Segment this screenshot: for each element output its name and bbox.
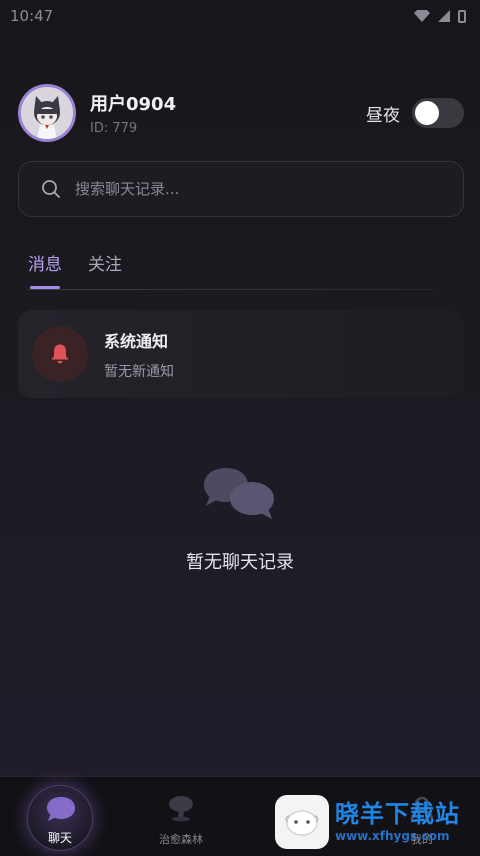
chat-bubbles-icon xyxy=(204,468,274,519)
tabbar-item-healing-forest[interactable]: 治愈森林 xyxy=(131,777,231,856)
day-night-switch-group: 昼夜 xyxy=(366,98,464,128)
notification-subtitle: 暂无新通知 xyxy=(104,363,174,380)
notification-icon-badge xyxy=(32,326,88,382)
notification-text: 系统通知 暂无新通知 xyxy=(104,328,174,381)
search-icon xyxy=(42,180,60,198)
tab-following[interactable]: 关注 xyxy=(88,250,122,289)
watermark-brand: 晓羊下载站 xyxy=(335,800,460,828)
watermark-text: 晓羊下载站 www.xfhygs.com xyxy=(335,800,460,844)
toggle-knob xyxy=(415,101,439,125)
user-info: 用户0904 ID: 779 xyxy=(90,90,176,136)
sheep-logo-icon xyxy=(285,810,319,836)
search-bar[interactable] xyxy=(18,161,464,217)
day-night-toggle[interactable] xyxy=(412,98,464,128)
watermark-url: www.xfhygs.com xyxy=(335,829,450,843)
username: 用户0904 xyxy=(90,94,177,115)
day-night-label: 昼夜 xyxy=(366,105,400,126)
chat-tab-bubble: 聊天 xyxy=(27,785,93,851)
profile-header[interactable]: 用户0904 ID: 779 xyxy=(18,84,176,142)
avatar[interactable] xyxy=(18,84,76,142)
bell-icon xyxy=(51,344,69,364)
avatar-cat-girl-icon xyxy=(21,87,73,139)
user-id: ID: 779 xyxy=(90,121,138,136)
tabs-divider xyxy=(28,289,434,290)
tab-messages[interactable]: 消息 xyxy=(28,250,62,289)
site-watermark: 晓羊下载站 www.xfhygs.com xyxy=(275,793,480,851)
tabbar-item-chat[interactable]: 聊天 xyxy=(10,777,110,856)
tree-icon xyxy=(169,796,193,822)
chat-icon xyxy=(47,797,75,821)
notification-title: 系统通知 xyxy=(104,331,169,351)
status-time: 10:47 xyxy=(10,7,54,25)
message-tabs: 消息 关注 xyxy=(28,250,122,289)
battery-icon xyxy=(458,9,466,23)
empty-chat-text: 暂无聊天记录 xyxy=(186,552,294,573)
status-icons xyxy=(414,9,466,23)
status-bar: 10:47 xyxy=(0,0,480,32)
tabbar-label-healing-forest: 治愈森林 xyxy=(159,833,203,846)
wifi-icon xyxy=(414,10,430,22)
tabbar-label-chat: 聊天 xyxy=(47,831,72,845)
search-input[interactable] xyxy=(75,180,435,198)
empty-chat-state: 暂无聊天记录 xyxy=(0,462,480,574)
watermark-logo xyxy=(275,795,329,849)
signal-icon xyxy=(438,10,450,22)
system-notification-card[interactable]: 系统通知 暂无新通知 xyxy=(18,310,464,398)
